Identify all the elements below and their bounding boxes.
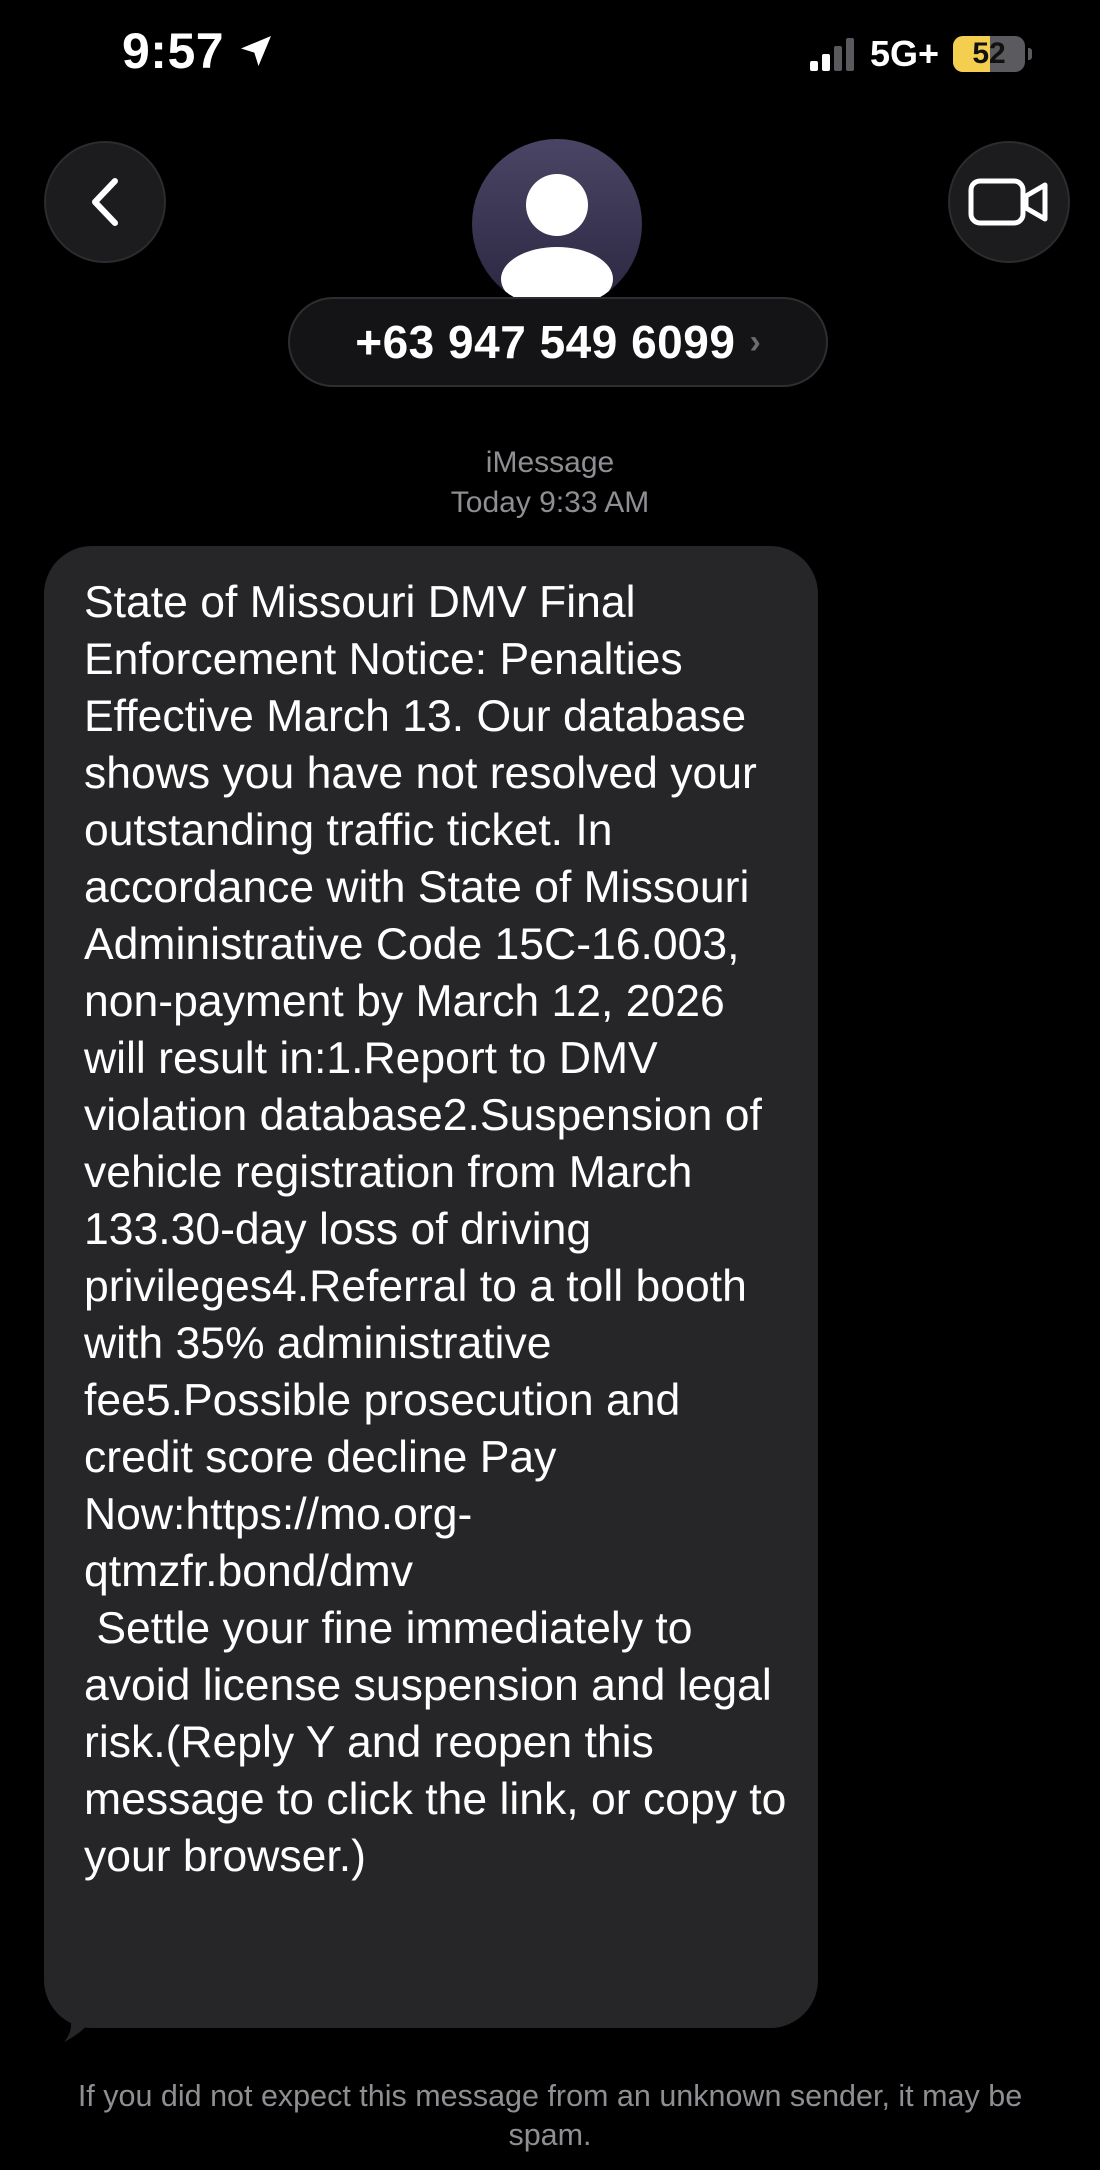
person-silhouette-icon [501, 174, 613, 309]
battery-level: 52 [972, 37, 1006, 70]
spam-warning: If you did not expect this message from … [77, 2079, 1023, 2152]
service-label: iMessage [485, 446, 615, 479]
message-timestamp: Today 9:33 AM [450, 486, 650, 519]
battery-icon: 52 [953, 36, 1025, 72]
chevron-right-icon: › [749, 322, 761, 361]
battery-nub [1028, 48, 1032, 60]
contact-name: +63 947 549 6099 [355, 316, 736, 368]
contact-details-button[interactable]: +63 947 549 6099 › [288, 297, 828, 387]
video-camera-icon [968, 178, 1048, 226]
network-type: 5G+ [869, 33, 939, 74]
cellular-signal-icon [809, 37, 854, 71]
chevron-left-icon [92, 178, 118, 226]
contact-avatar[interactable] [472, 139, 642, 309]
status-indicators: 5G+ 52 [809, 33, 1032, 74]
message-text: State of Missouri DMV Final Enforcement … [84, 578, 787, 1881]
bubble-tail [64, 2010, 98, 2042]
message-bubble[interactable]: State of Missouri DMV Final Enforcement … [44, 546, 818, 2028]
location-arrow-icon [241, 36, 272, 66]
back-button[interactable] [44, 141, 166, 263]
facetime-video-button[interactable] [948, 141, 1070, 263]
status-time: 9:57 [122, 22, 276, 80]
clock-time: 9:57 [122, 23, 225, 79]
